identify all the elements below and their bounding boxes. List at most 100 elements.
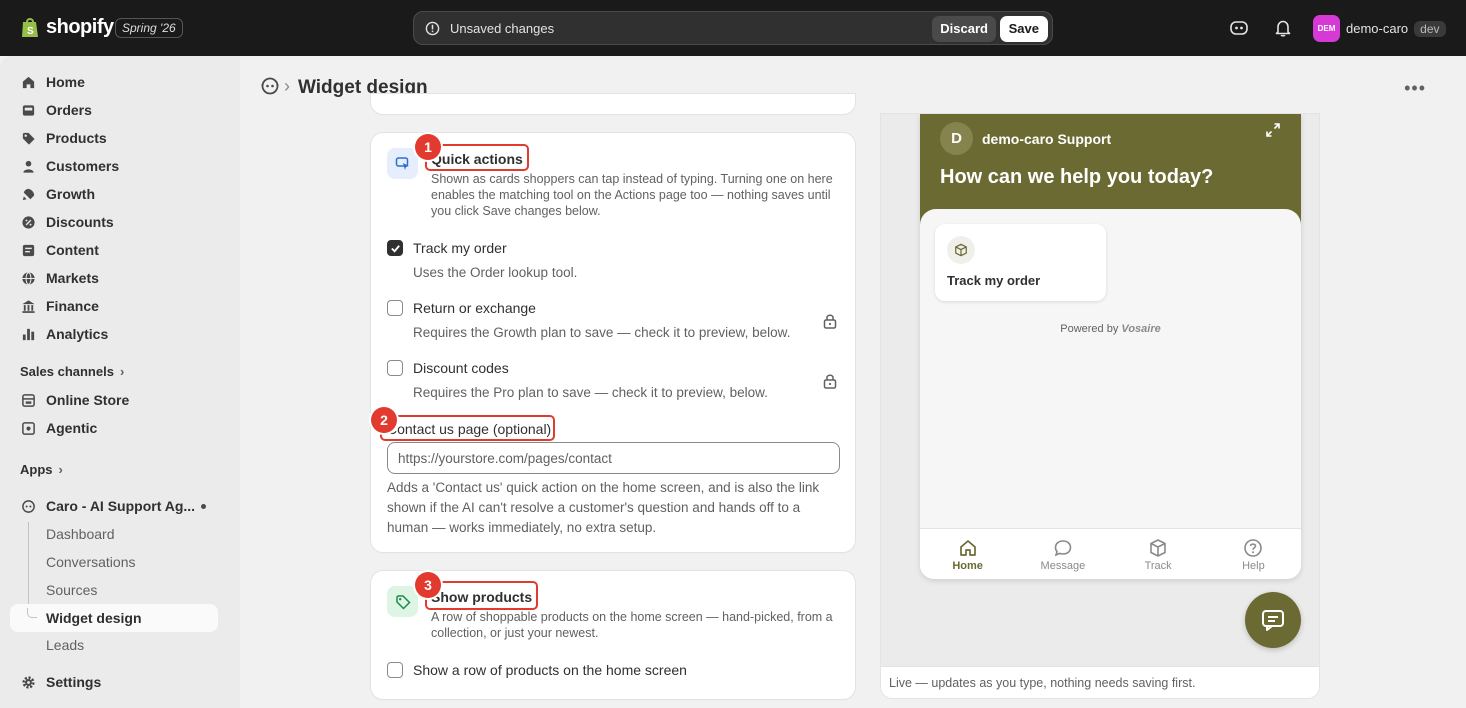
- sidebar-item-orders[interactable]: Orders: [10, 96, 218, 124]
- quick-actions-description: Shown as cards shoppers can tap instead …: [431, 172, 833, 218]
- powered-by-text: Powered by: [1060, 323, 1119, 335]
- powered-by-brand: Vosaire: [1121, 323, 1161, 335]
- sidebar-item-settings[interactable]: Settings: [10, 668, 218, 696]
- sales-channels-heading[interactable]: Sales channels ›: [20, 364, 124, 379]
- store-menu[interactable]: DEM demo-caro dev: [1313, 15, 1446, 42]
- unsaved-changes-text: Unsaved changes: [450, 21, 555, 36]
- agentic-icon: [20, 420, 36, 436]
- chevron-right-icon: ›: [119, 364, 125, 379]
- sidebar-item-label: Dashboard: [46, 526, 115, 542]
- sidebar-item-customers[interactable]: Customers: [10, 152, 218, 180]
- sidebar-subitem-dashboard[interactable]: Dashboard: [10, 520, 218, 548]
- previous-card: [371, 94, 855, 114]
- contact-page-help: Adds a 'Contact us' quick action on the …: [387, 480, 820, 535]
- checkbox[interactable]: [387, 300, 403, 316]
- sidebar-item-analytics[interactable]: Analytics: [10, 320, 218, 348]
- home-icon: [959, 540, 976, 556]
- lock-icon: [823, 314, 837, 329]
- more-actions-icon[interactable]: •••: [1404, 78, 1426, 99]
- save-button[interactable]: Save: [999, 16, 1048, 42]
- sales-channels-label: Sales channels: [20, 364, 114, 379]
- sidebar-item-label: Conversations: [46, 554, 136, 570]
- sidebar-item-caro-app[interactable]: Caro - AI Support Ag...: [10, 492, 218, 520]
- widget-tab-message[interactable]: Message: [1015, 529, 1110, 579]
- powered-by: Powered by Vosaire: [920, 323, 1301, 335]
- checkbox-checked[interactable]: [387, 240, 403, 256]
- bank-icon: [20, 298, 36, 314]
- tag-icon: [20, 130, 36, 146]
- widget-brand-name: demo-caro Support: [982, 131, 1112, 147]
- option-track-order[interactable]: Track my order: [387, 240, 507, 256]
- bar-chart-icon: [20, 326, 36, 342]
- pin-dot: [201, 504, 206, 509]
- sidebar-item-label: Orders: [46, 102, 92, 118]
- sidebar-item-home[interactable]: Home: [10, 68, 218, 96]
- preview-footer-text: Live — updates as you type, nothing need…: [889, 676, 1196, 690]
- sidebar-item-label: Discounts: [46, 214, 114, 230]
- expand-icon[interactable]: [1265, 122, 1281, 138]
- sidebar-subitem-sources[interactable]: Sources: [10, 576, 218, 604]
- apps-label: Apps: [20, 462, 53, 477]
- option-help: Requires the Pro plan to save — check it…: [413, 385, 768, 400]
- sidebar-item-label: Finance: [46, 298, 99, 314]
- apps-heading[interactable]: Apps ›: [20, 462, 63, 477]
- widget-tab-label: Help: [1242, 560, 1265, 572]
- lock-icon: [823, 374, 837, 389]
- discard-button[interactable]: Discard: [932, 16, 996, 42]
- annotation-box-2: [380, 415, 555, 441]
- sidebar-item-label: Content: [46, 242, 99, 258]
- sidebar-subitem-leads[interactable]: Leads: [10, 632, 218, 650]
- option-help: Uses the Order lookup tool.: [413, 265, 578, 280]
- widget-tab-home[interactable]: Home: [920, 529, 1015, 579]
- annotation-number-1: 1: [415, 134, 441, 160]
- brand-name: shopify: [46, 16, 114, 38]
- sidebar-item-products[interactable]: Products: [10, 124, 218, 152]
- chat-launcher-button[interactable]: [1245, 592, 1301, 648]
- sidebar-item-markets[interactable]: Markets: [10, 264, 218, 292]
- box-icon: [1150, 539, 1166, 557]
- sidebar-item-growth[interactable]: Growth: [10, 180, 218, 208]
- caro-app-icon: [20, 498, 36, 514]
- sidekick-icon[interactable]: [1229, 18, 1249, 38]
- option-discount-codes[interactable]: Discount codes: [387, 360, 509, 376]
- checkbox[interactable]: [387, 360, 403, 376]
- bell-icon[interactable]: [1273, 18, 1293, 38]
- preview-footer: Live — updates as you type, nothing need…: [881, 666, 1319, 698]
- widget-tab-help[interactable]: Help: [1206, 529, 1301, 579]
- cursor-click-icon: [387, 148, 418, 179]
- home-icon: [20, 74, 36, 90]
- checkbox[interactable]: [387, 662, 403, 678]
- sidebar-subitem-widget-design[interactable]: Widget design: [10, 604, 218, 632]
- sidebar-subitem-conversations[interactable]: Conversations: [10, 548, 218, 576]
- shopify-logo[interactable]: S shopify: [20, 16, 114, 39]
- edition-badge: Spring '26: [115, 18, 183, 38]
- sidebar-item-label: Settings: [46, 674, 102, 690]
- sidebar-item-agentic[interactable]: Agentic: [10, 414, 218, 442]
- store-name: demo-caro: [1346, 21, 1409, 36]
- svg-text:S: S: [27, 26, 34, 37]
- help-icon: [1244, 539, 1263, 557]
- option-show-products-row[interactable]: Show a row of products on the home scree…: [387, 662, 687, 678]
- sidebar-item-label: Widget design: [46, 610, 142, 626]
- contact-page-input[interactable]: [387, 442, 840, 474]
- sidebar-item-label: Caro - AI Support Ag...: [46, 498, 196, 514]
- tag-icon: [387, 586, 418, 617]
- alert-icon: [425, 21, 440, 36]
- admin-frame: Home Orders Products Customers Growth Di…: [0, 56, 1466, 708]
- sidebar-item-discounts[interactable]: Discounts: [10, 208, 218, 236]
- sidebar-item-online-store[interactable]: Online Store: [10, 386, 218, 414]
- main-content: › Widget design ••• Quick actions Shown …: [240, 56, 1466, 708]
- widget-quick-action-track-order[interactable]: Track my order: [935, 224, 1106, 301]
- unsaved-changes-bar: Unsaved changes Discard Save: [413, 11, 1053, 45]
- option-label: Show a row of products on the home scree…: [413, 662, 687, 678]
- chat-bubble-icon: [1054, 540, 1072, 557]
- option-return-exchange[interactable]: Return or exchange: [387, 300, 536, 316]
- caro-app-icon[interactable]: [260, 76, 280, 96]
- sidebar-item-finance[interactable]: Finance: [10, 292, 218, 320]
- box-icon: [947, 236, 975, 264]
- tree-branch-icon: [27, 608, 37, 618]
- content-icon: [20, 242, 36, 258]
- widget-greeting: How can we help you today?: [940, 166, 1214, 188]
- sidebar-item-content[interactable]: Content: [10, 236, 218, 264]
- widget-tab-track[interactable]: Track: [1111, 529, 1206, 579]
